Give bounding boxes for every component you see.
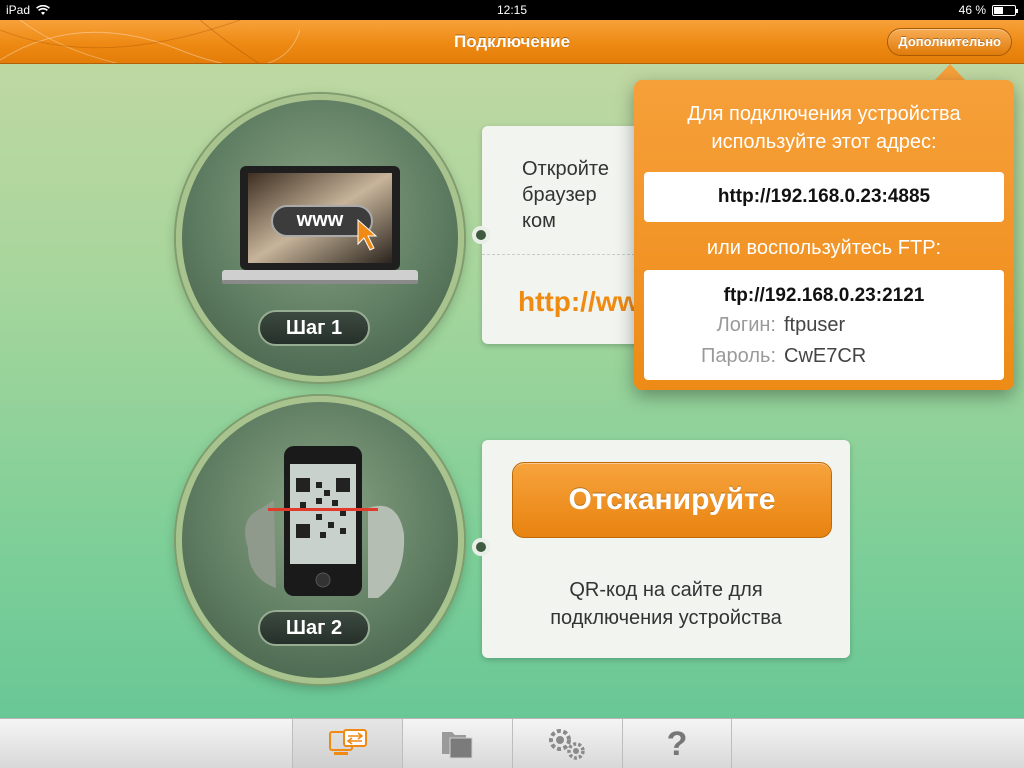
step1-peg [472, 226, 490, 244]
step2-card: Отсканируйте QR-код на сайте для подключ… [472, 440, 850, 658]
step2-circle: Шаг 2 [176, 396, 464, 684]
ftp-address[interactable]: ftp://192.168.0.23:2121 [644, 285, 1004, 307]
http-address-field[interactable]: http://192.168.0.23:4885 [644, 172, 1004, 222]
connection-icon [328, 729, 367, 755]
status-right: 46 % [958, 3, 1018, 17]
tab-files[interactable] [402, 719, 512, 768]
tab-bar: ? [0, 718, 1024, 768]
phone-qr-icon [245, 446, 405, 598]
step2-pill: Шаг 2 [258, 610, 370, 646]
battery-fill [994, 6, 1004, 14]
password-label: Пароль: [701, 345, 776, 367]
clock: 12:15 [496, 3, 528, 17]
step2-peg [472, 538, 490, 556]
help-icon: ? [666, 725, 688, 763]
navigation-bar: Подключение Дополнительно [0, 20, 1024, 64]
www-label: www [296, 209, 344, 231]
step1-url: http://ww [518, 286, 640, 317]
step1-circle: www Шаг 1 [176, 94, 464, 382]
connection-popover: Для подключения устройства используйте э… [634, 80, 1014, 390]
scan-description: QR-код на сайте для подключения устройст… [550, 579, 782, 629]
page-title: Подключение [453, 32, 571, 51]
login-label: Логин: [716, 314, 776, 336]
login-value[interactable]: ftpuser [784, 314, 845, 337]
ftp-info-box: ftp://192.168.0.23:2121 Логин: ftpuser П… [644, 270, 1004, 380]
battery-percent: 46 % [958, 3, 986, 17]
settings-gears-icon [548, 729, 585, 760]
scan-button[interactable]: Отсканируйте [512, 462, 832, 538]
popover-arrow [934, 64, 966, 81]
popover-title: Для подключения устройства используйте э… [687, 103, 961, 153]
step1-pill: Шаг 1 [258, 310, 370, 346]
status-bar: iPad 12:15 46 % [0, 0, 1024, 20]
tab-settings[interactable] [512, 719, 622, 768]
battery-icon [992, 4, 1018, 16]
ftp-hint: или воспользуйтесь FTP: [706, 237, 942, 259]
tab-help[interactable]: ? [622, 719, 732, 768]
password-value[interactable]: CwE7CR [784, 345, 866, 368]
tab-connection[interactable] [292, 719, 402, 768]
more-button[interactable]: Дополнительно [887, 28, 1012, 56]
files-icon [441, 732, 472, 759]
